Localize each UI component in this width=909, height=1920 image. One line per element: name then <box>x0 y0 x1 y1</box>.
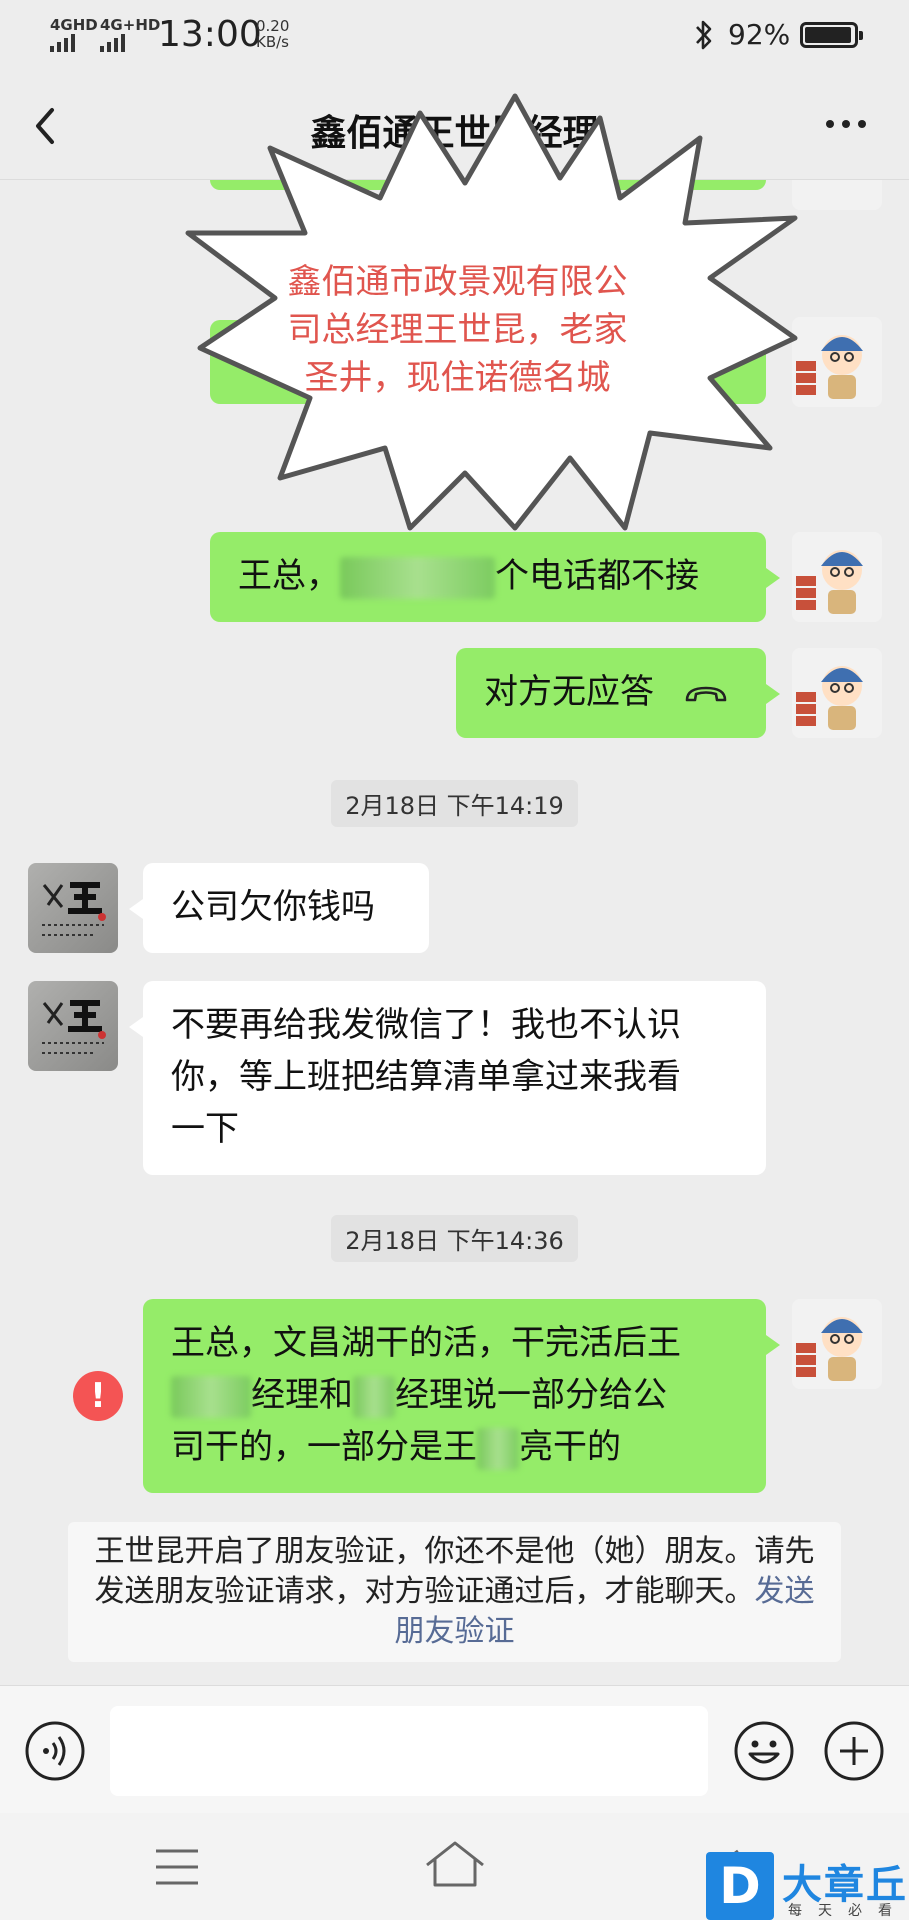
message-text-line-3: 司干的，一部分是王 亮干的 <box>171 1421 738 1473</box>
cartoon-avatar-icon <box>796 550 863 614</box>
voice-icon[interactable] <box>24 1720 86 1782</box>
clock: 13:00 <box>158 14 262 55</box>
calligraphy-avatar-icon <box>42 882 106 936</box>
call-status-text: 对方无应答 <box>484 672 654 712</box>
redacted-blur <box>171 1375 251 1418</box>
timestamp-text: 2月18日 下午14:19 <box>331 780 578 827</box>
message-text-line: 一下 <box>171 1109 239 1149</box>
message-text-line-2: 经理和 经理说一部分给公 <box>171 1369 738 1421</box>
battery-icon <box>800 22 863 48</box>
watermark-subtitle: 每天必看 <box>788 1903 908 1919</box>
emoji-icon[interactable] <box>733 1720 795 1782</box>
network-label-1: 4GHD <box>50 16 98 34</box>
message-text: 亮干的 <box>519 1427 621 1467</box>
annotation-line: 鑫佰通市政景观有限公 <box>287 262 628 302</box>
message-text-line: 你，等上班把结算清单拿过来我看 <box>171 1057 681 1097</box>
message-bubble-in[interactable]: 公司欠你钱吗 <box>129 863 429 953</box>
message-text: 王总， <box>238 556 340 596</box>
battery-percent: 92% <box>728 18 791 51</box>
contact-avatar[interactable] <box>28 863 118 953</box>
message-text: 公司欠你钱吗 <box>171 887 375 927</box>
timestamp: 2月18日 下午14:19 <box>0 780 909 827</box>
network-speed: 0.20 KB/s <box>256 18 289 50</box>
network-label-2: 4G+HD <box>100 16 161 34</box>
message-bubble-in[interactable]: 不要再给我发微信了！我也不认识 你，等上班把结算清单拿过来我看 一下 <box>129 981 766 1175</box>
input-bar <box>0 1685 909 1813</box>
message-bubble-out[interactable]: 王总， 个电话都不接 <box>210 532 780 622</box>
message-bubble-out[interactable]: 王总，文昌湖干的活，干完活后王 经理和 经理说一部分给公 司干的，一部分是王 亮干的 <box>143 1299 780 1493</box>
redacted-blur <box>340 556 495 599</box>
message-text: 经理说一部分给公 <box>395 1375 667 1415</box>
annotation-line: 圣井，现住诺德名城 <box>304 358 611 398</box>
message-text: 经理和 <box>251 1375 353 1415</box>
my-avatar[interactable] <box>792 648 882 738</box>
network-speed-unit: KB/s <box>256 33 289 51</box>
home-icon[interactable] <box>423 1839 487 1891</box>
cartoon-avatar-icon <box>796 666 863 730</box>
hang-up-icon <box>685 686 727 701</box>
timestamp: 2月18日 下午14:36 <box>0 1215 909 1262</box>
message-text-line: 王总，文昌湖干的活，干完活后王 <box>171 1323 681 1363</box>
watermark: D 大章丘 每天必看 <box>706 1852 909 1920</box>
annotation-text: 鑫佰通市政景观有限公 司总经理王世昆，老家 圣井，现住诺德名城 <box>285 258 630 402</box>
my-avatar[interactable] <box>792 1299 882 1389</box>
send-failed-icon[interactable]: ! <box>73 1371 123 1421</box>
message-input[interactable] <box>110 1706 708 1796</box>
notice-text: 王世昆开启了朋友验证，你还不是他（她）朋友。请先发送朋友验证请求，对方验证通过后… <box>94 1534 815 1609</box>
plus-icon[interactable] <box>823 1720 885 1782</box>
more-options-icon[interactable] <box>820 106 872 142</box>
signal-bars-1-icon <box>50 34 75 52</box>
friend-verification-notice: 王世昆开启了朋友验证，你还不是他（她）朋友。请先发送朋友验证请求，对方验证通过后… <box>68 1522 841 1662</box>
message-text: 个电话都不接 <box>495 556 699 596</box>
message-text-line: 不要再给我发微信了！我也不认识 <box>171 1005 681 1045</box>
signal-bars-2-icon <box>100 34 125 52</box>
call-record-bubble[interactable]: 对方无应答 <box>456 648 780 738</box>
network-speed-value: 0.20 <box>256 17 290 35</box>
annotation-line: 司总经理王世昆，老家 <box>287 310 628 350</box>
contact-avatar[interactable] <box>28 981 118 1071</box>
cartoon-avatar-icon <box>796 1317 863 1381</box>
redacted-blur <box>353 1375 395 1418</box>
status-bar: 4GHD 4G+HD 13:00 0.20 KB/s 92% <box>0 0 909 72</box>
message-text: 司干的，一部分是王 <box>171 1427 477 1467</box>
calligraphy-avatar-icon <box>42 1000 106 1054</box>
bluetooth-icon <box>696 20 712 50</box>
my-avatar[interactable] <box>792 532 882 622</box>
menu-icon[interactable] <box>154 1847 200 1887</box>
redacted-blur <box>477 1427 519 1470</box>
timestamp-text: 2月18日 下午14:36 <box>331 1215 578 1262</box>
watermark-logo: D <box>706 1852 774 1920</box>
